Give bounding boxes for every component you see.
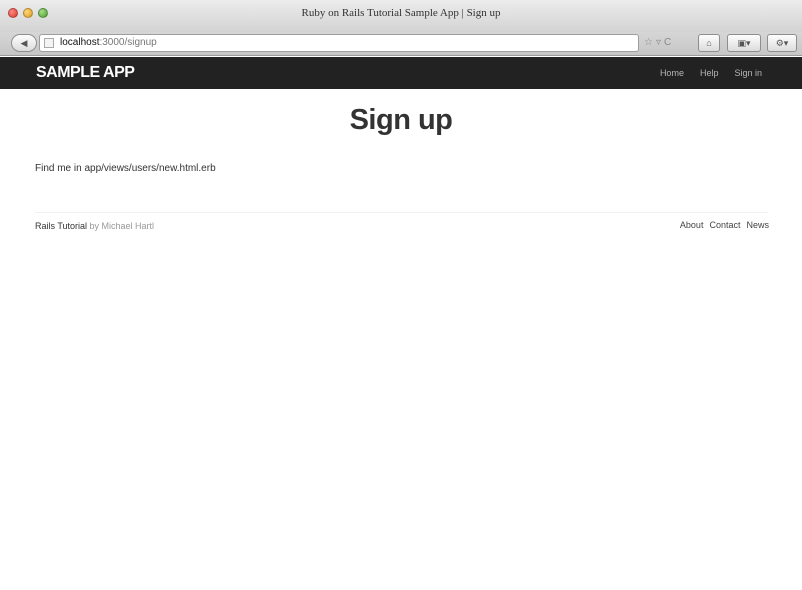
title-bar: Ruby on Rails Tutorial Sample App | Sign…: [0, 0, 802, 32]
footer-author[interactable]: by Michael Hartl: [87, 221, 155, 231]
address-bar[interactable]: localhost:3000/signup: [39, 34, 639, 52]
page-body-text: Find me in app/views/users/new.html.erb: [35, 163, 216, 174]
page-icon: [44, 38, 54, 48]
home-icon: ⌂: [706, 38, 712, 48]
bookmarks-icon: ▣▾: [737, 38, 751, 48]
site-header: SAMPLE APP Home Help Sign in: [0, 57, 802, 89]
page-title: Sign up: [349, 104, 453, 136]
url-actions: ☆ ▿ C: [644, 37, 671, 48]
bookmarks-button[interactable]: ▣▾: [727, 34, 761, 52]
footer-about-link[interactable]: About: [680, 220, 704, 230]
browser-toolbar: ◀ localhost:3000/signup ☆ ▿ C ⌂ ▣▾ ⚙▾: [0, 32, 802, 56]
home-button[interactable]: ⌂: [698, 34, 720, 52]
addons-icon: ⚙▾: [775, 38, 789, 48]
nav-sign-in-link[interactable]: Sign in: [734, 68, 762, 78]
addons-button[interactable]: ⚙▾: [767, 34, 797, 52]
footer-nav: About Contact News: [680, 220, 769, 230]
footer-news-link[interactable]: News: [746, 220, 769, 230]
nav-help-link[interactable]: Help: [700, 68, 719, 78]
footer-rails-tutorial-link[interactable]: Rails Tutorial: [35, 221, 87, 231]
footer-contact-link[interactable]: Contact: [709, 220, 740, 230]
history-dropdown-icon[interactable]: ▿: [656, 37, 661, 48]
url-path: :3000/signup: [99, 37, 157, 48]
main-nav: Home Help Sign in: [660, 68, 762, 78]
browser-window: Ruby on Rails Tutorial Sample App | Sign…: [0, 0, 802, 590]
footer-divider: [35, 212, 768, 213]
reload-icon[interactable]: C: [664, 37, 671, 48]
url-host: localhost: [60, 37, 100, 48]
back-button[interactable]: ◀: [11, 34, 37, 52]
footer-credit: Rails Tutorial by Michael Hartl: [35, 221, 154, 231]
nav-home-link[interactable]: Home: [660, 68, 684, 78]
window-title: Ruby on Rails Tutorial Sample App | Sign…: [301, 7, 501, 19]
bookmark-star-icon[interactable]: ☆: [644, 37, 653, 48]
site-logo[interactable]: SAMPLE APP: [36, 64, 135, 82]
